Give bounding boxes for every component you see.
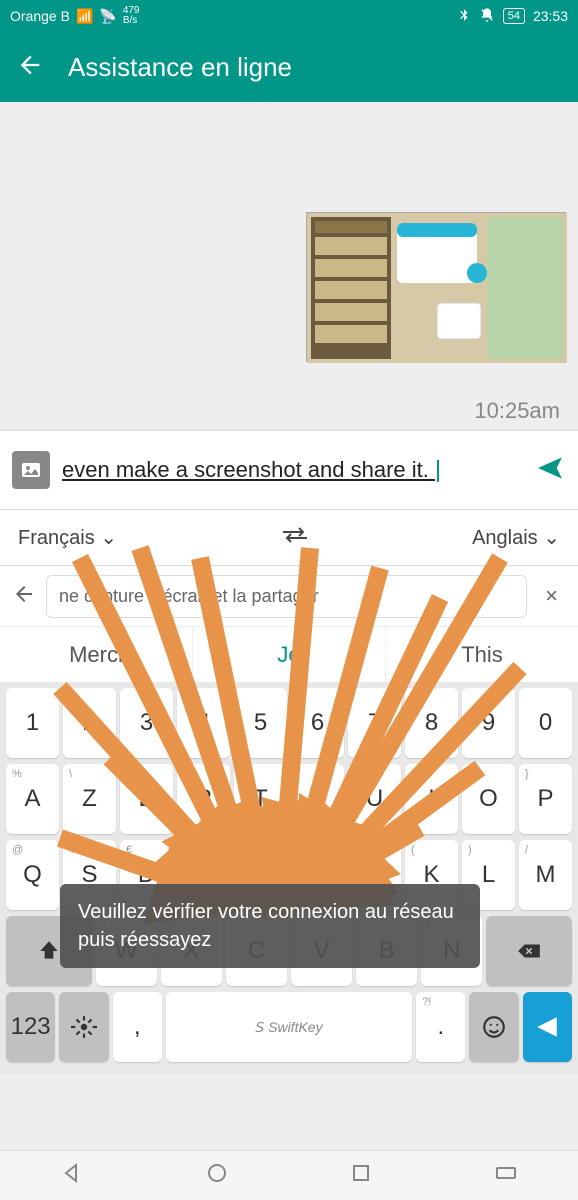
key-P[interactable]: }P xyxy=(519,764,572,834)
key-R[interactable]: =R xyxy=(177,764,230,834)
swap-languages-button[interactable] xyxy=(281,526,309,549)
key-3[interactable]: 3 xyxy=(120,688,173,758)
numeric-key[interactable]: 123 xyxy=(6,992,55,1062)
attach-image-button[interactable] xyxy=(12,451,50,489)
translation-input[interactable]: ne capture d'écran et la partager xyxy=(46,575,527,618)
key-Z[interactable]: \Z xyxy=(63,764,116,834)
nav-keyboard-button[interactable] xyxy=(494,1161,518,1190)
translate-language-bar: Français ⌄ Anglais ⌄ xyxy=(0,510,578,566)
soft-keyboard: 1234567890 %A\Z|E=R[T]Y<U>I{O}P @Q#S€D_F… xyxy=(0,682,578,1074)
lang-from-selector[interactable]: Français ⌄ xyxy=(18,525,117,550)
send-button[interactable] xyxy=(534,452,566,489)
backspace-key[interactable] xyxy=(486,916,572,986)
key-O[interactable]: {O xyxy=(462,764,515,834)
chevron-down-icon: ⌄ xyxy=(100,527,117,549)
clock: 23:53 xyxy=(533,8,568,24)
back-button[interactable] xyxy=(16,51,44,84)
wifi-icon: 📡 xyxy=(99,8,116,25)
network-speed: 479B/s xyxy=(123,6,140,26)
lang-to-selector[interactable]: Anglais ⌄ xyxy=(472,525,560,550)
keyboard-suggestions: Merci Je This xyxy=(0,626,578,682)
key-Y[interactable]: ]Y xyxy=(291,764,344,834)
key-T[interactable]: [T xyxy=(234,764,287,834)
app-bar: Assistance en ligne xyxy=(0,32,578,102)
space-key[interactable]: 𝘚 SwiftKey xyxy=(166,992,412,1062)
carrier-label: Orange B xyxy=(10,8,70,24)
key-0[interactable]: 0 xyxy=(519,688,572,758)
nav-home-button[interactable] xyxy=(205,1161,229,1190)
translation-back-button[interactable] xyxy=(12,582,36,611)
suggestion-2[interactable]: Je xyxy=(193,627,386,682)
key-U[interactable]: <U xyxy=(348,764,401,834)
key-A[interactable]: %A xyxy=(6,764,59,834)
bluetooth-icon xyxy=(457,8,471,25)
key-4[interactable]: 4 xyxy=(177,688,230,758)
key-I[interactable]: >I xyxy=(405,764,458,834)
key-6[interactable]: 6 xyxy=(291,688,344,758)
nav-recent-button[interactable] xyxy=(349,1161,373,1190)
mute-icon xyxy=(479,7,495,26)
message-attachment[interactable] xyxy=(306,212,566,362)
nav-back-button[interactable] xyxy=(60,1161,84,1190)
chevron-down-icon: ⌄ xyxy=(543,527,560,549)
composer: even make a screenshot and share it. xyxy=(0,430,578,510)
key-1[interactable]: 1 xyxy=(6,688,59,758)
key-9[interactable]: 9 xyxy=(462,688,515,758)
status-bar: Orange B 📶 📡 479B/s 54 23:53 xyxy=(0,0,578,32)
key-E[interactable]: |E xyxy=(120,764,173,834)
chat-area[interactable]: 10:25am xyxy=(0,102,578,430)
battery-icon: 54 xyxy=(503,8,525,24)
page-title: Assistance en ligne xyxy=(68,52,292,83)
signal-icon: 📶 xyxy=(76,8,93,25)
translation-row: ne capture d'écran et la partager × xyxy=(0,566,578,626)
period-key[interactable]: ?!. xyxy=(416,992,465,1062)
error-toast: Veuillez vérifier votre connexion au rés… xyxy=(60,884,480,968)
key-Q[interactable]: @Q xyxy=(6,840,59,910)
message-input[interactable]: even make a screenshot and share it. xyxy=(62,456,522,485)
settings-key[interactable] xyxy=(59,992,108,1062)
translation-clear-button[interactable]: × xyxy=(537,583,566,609)
key-5[interactable]: 5 xyxy=(234,688,287,758)
key-M[interactable]: /M xyxy=(519,840,572,910)
key-2[interactable]: 2 xyxy=(63,688,116,758)
android-nav-bar xyxy=(0,1150,578,1200)
suggestion-1[interactable]: Merci xyxy=(0,627,193,682)
enter-key[interactable] xyxy=(523,992,572,1062)
emoji-key[interactable] xyxy=(469,992,518,1062)
comma-key[interactable]: , xyxy=(113,992,162,1062)
message-timestamp: 10:25am xyxy=(474,398,560,424)
key-8[interactable]: 8 xyxy=(405,688,458,758)
suggestion-3[interactable]: This xyxy=(386,627,578,682)
key-7[interactable]: 7 xyxy=(348,688,401,758)
